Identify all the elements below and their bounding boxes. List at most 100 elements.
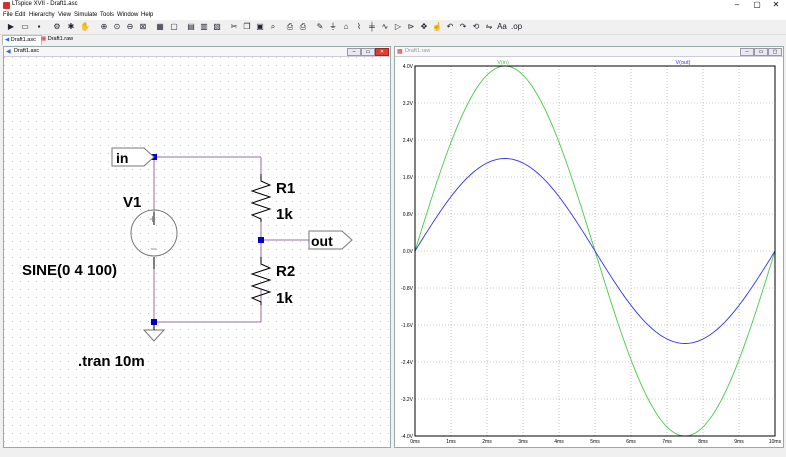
tab-label: Draft1.asc bbox=[10, 37, 36, 43]
y-tick-label: 2.4V bbox=[403, 138, 414, 144]
redo-icon[interactable]: ↷ bbox=[458, 22, 468, 32]
out-net-label: out bbox=[311, 233, 333, 249]
x-axis-ticks: 0ms 1ms 2ms 3ms 4ms 5ms 6ms 7ms 8ms 9ms 10ms bbox=[410, 439, 781, 445]
inductor-icon[interactable]: ∿ bbox=[380, 22, 390, 32]
menu-file[interactable]: File bbox=[3, 12, 13, 18]
legend-vin[interactable]: V(in) bbox=[497, 60, 509, 66]
drag-icon[interactable]: ☝ bbox=[432, 22, 442, 32]
minimize-button[interactable]: – bbox=[727, 0, 747, 11]
source-value[interactable]: SINE(0 4 100) bbox=[22, 262, 117, 279]
x-tick-label: 2ms bbox=[482, 439, 492, 445]
find-icon[interactable]: ⌕ bbox=[268, 22, 278, 32]
menu-tools[interactable]: Tools bbox=[100, 12, 114, 18]
toolbar: ▶ ▭ ▪ ⚙ ✱ ✋ ⊕ ⊙ ⊖ ⊠ ▦ ▢ ▤ ▥ ▧ ✂ ❐ ▣ ⌕ ⎙ … bbox=[0, 20, 786, 35]
y-tick-label: 0.0V bbox=[403, 249, 414, 255]
y-tick-label: 1.6V bbox=[403, 175, 414, 181]
new-schematic-icon[interactable]: ▶ bbox=[6, 22, 16, 32]
zoom-out-icon[interactable]: ⊖ bbox=[125, 22, 135, 32]
x-tick-label: 8ms bbox=[698, 439, 708, 445]
source-name[interactable]: V1 bbox=[123, 194, 141, 211]
x-tick-label: 3ms bbox=[518, 439, 528, 445]
resistor-icon[interactable]: ⌇ bbox=[354, 22, 364, 32]
tran-directive[interactable]: .tran 10m bbox=[78, 353, 145, 370]
y-tick-label: -2.4V bbox=[401, 360, 414, 366]
schematic-minimize-button[interactable]: – bbox=[347, 48, 361, 56]
y-tick-label: -3.2V bbox=[401, 397, 414, 403]
x-tick-label: 10ms bbox=[769, 439, 782, 445]
in-net-label: in bbox=[116, 150, 128, 166]
schematic-close-button[interactable]: ✕ bbox=[375, 48, 389, 56]
svg-text:−: − bbox=[150, 242, 157, 256]
waveform-window-caption: ▦ Draft1.raw – ▭ ▢ bbox=[395, 47, 783, 57]
menu-simulate[interactable]: Simulate bbox=[74, 12, 97, 18]
y-tick-label: 4.0V bbox=[403, 64, 414, 70]
copy-icon[interactable]: ❐ bbox=[242, 22, 252, 32]
r2-name[interactable]: R2 bbox=[276, 263, 295, 280]
title-bar: LTspice XVII - Draft1.asc – ▢ ✕ bbox=[0, 0, 786, 11]
print-preview-icon[interactable]: ⎙ bbox=[285, 22, 295, 32]
schematic-tab-icon: ◀ bbox=[5, 37, 10, 43]
autorange-icon[interactable]: ▦ bbox=[155, 22, 165, 32]
waveform-maximize-button[interactable]: ▢ bbox=[768, 48, 782, 56]
menu-view[interactable]: View bbox=[58, 12, 71, 18]
tile-vertical-icon[interactable]: ▥ bbox=[199, 22, 209, 32]
undo-icon[interactable]: ↶ bbox=[445, 22, 455, 32]
close-button[interactable]: ✕ bbox=[766, 0, 786, 11]
tab-draft1-asc[interactable]: ◀ Draft1.asc bbox=[2, 35, 42, 45]
zoom-in-icon[interactable]: ⊕ bbox=[99, 22, 109, 32]
x-tick-label: 9ms bbox=[734, 439, 744, 445]
spice-directive-icon[interactable]: .op bbox=[511, 22, 522, 32]
r1-name[interactable]: R1 bbox=[276, 180, 295, 197]
junction-dot bbox=[258, 237, 264, 243]
document-tabs: ◀ Draft1.asc ▦ Draft1.raw bbox=[0, 35, 786, 45]
capacitor-icon[interactable]: ╪ bbox=[367, 22, 377, 32]
legend-vout[interactable]: V(out) bbox=[676, 60, 691, 66]
schematic-icon: ◀ bbox=[6, 49, 11, 55]
print-icon[interactable]: ⎙ bbox=[298, 22, 308, 32]
paste-icon[interactable]: ▣ bbox=[255, 22, 265, 32]
run-icon[interactable]: ✱ bbox=[66, 22, 76, 32]
menu-edit[interactable]: Edit bbox=[15, 12, 25, 18]
zoom-fit-icon[interactable]: ⊠ bbox=[138, 22, 148, 32]
mirror-icon[interactable]: ⇋ bbox=[484, 22, 494, 32]
label-net-icon[interactable]: ⌂ bbox=[341, 22, 351, 32]
text-icon[interactable]: Aa bbox=[497, 22, 507, 32]
y-tick-label: -1.6V bbox=[401, 323, 414, 329]
menu-window[interactable]: Window bbox=[117, 12, 138, 18]
r1-value[interactable]: 1k bbox=[276, 206, 293, 223]
x-tick-label: 7ms bbox=[662, 439, 672, 445]
waveform-tab-icon: ▦ bbox=[41, 36, 47, 42]
schematic-window-caption: ◀ Draft1.asc – ▭ ✕ bbox=[4, 47, 390, 57]
open-icon[interactable]: ▭ bbox=[20, 22, 30, 32]
waveform-icon: ▦ bbox=[397, 49, 403, 55]
waveform-plot[interactable]: V(in) V(out) 4.0V 3.2V 2.4V 1.6V 0.8V 0.0V -0.… bbox=[395, 57, 783, 446]
r2-value[interactable]: 1k bbox=[276, 290, 293, 307]
control-panel-icon[interactable]: ⚙ bbox=[52, 22, 62, 32]
move-icon[interactable]: ✥ bbox=[419, 22, 429, 32]
menu-help[interactable]: Help bbox=[141, 12, 153, 18]
x-tick-label: 6ms bbox=[626, 439, 636, 445]
component-icon[interactable]: ⊳ bbox=[406, 22, 416, 32]
ground-icon[interactable]: ⏚ bbox=[328, 22, 338, 32]
diode-icon[interactable]: ▷ bbox=[393, 22, 403, 32]
schematic-window: ◀ Draft1.asc – ▭ ✕ + − in out V1 SINE(0 … bbox=[3, 46, 391, 448]
zoom-pan-icon[interactable]: ⊙ bbox=[112, 22, 122, 32]
cut-icon[interactable]: ✂ bbox=[229, 22, 239, 32]
rotate-icon[interactable]: ⟲ bbox=[471, 22, 481, 32]
menu-hierarchy[interactable]: Hierarchy bbox=[29, 12, 55, 18]
cascade-icon[interactable]: ▧ bbox=[212, 22, 222, 32]
schematic-canvas[interactable]: + − in out V1 SINE(0 4 100) R1 1k R2 1k … bbox=[4, 57, 390, 446]
window-icon[interactable]: ▢ bbox=[169, 22, 179, 32]
x-tick-label: 4ms bbox=[554, 439, 564, 445]
waveform-restore-button[interactable]: ▭ bbox=[754, 48, 768, 56]
wire-icon[interactable]: ✎ bbox=[315, 22, 325, 32]
maximize-button[interactable]: ▢ bbox=[747, 0, 767, 11]
x-tick-label: 0ms bbox=[410, 439, 420, 445]
waveform-minimize-button[interactable]: – bbox=[740, 48, 754, 56]
tile-horizontal-icon[interactable]: ▤ bbox=[186, 22, 196, 32]
tab-draft1-raw[interactable]: ▦ Draft1.raw bbox=[39, 35, 79, 44]
x-tick-label: 5ms bbox=[590, 439, 600, 445]
halt-icon[interactable]: ✋ bbox=[80, 22, 90, 32]
save-icon[interactable]: ▪ bbox=[34, 22, 44, 32]
schematic-restore-button[interactable]: ▭ bbox=[361, 48, 375, 56]
